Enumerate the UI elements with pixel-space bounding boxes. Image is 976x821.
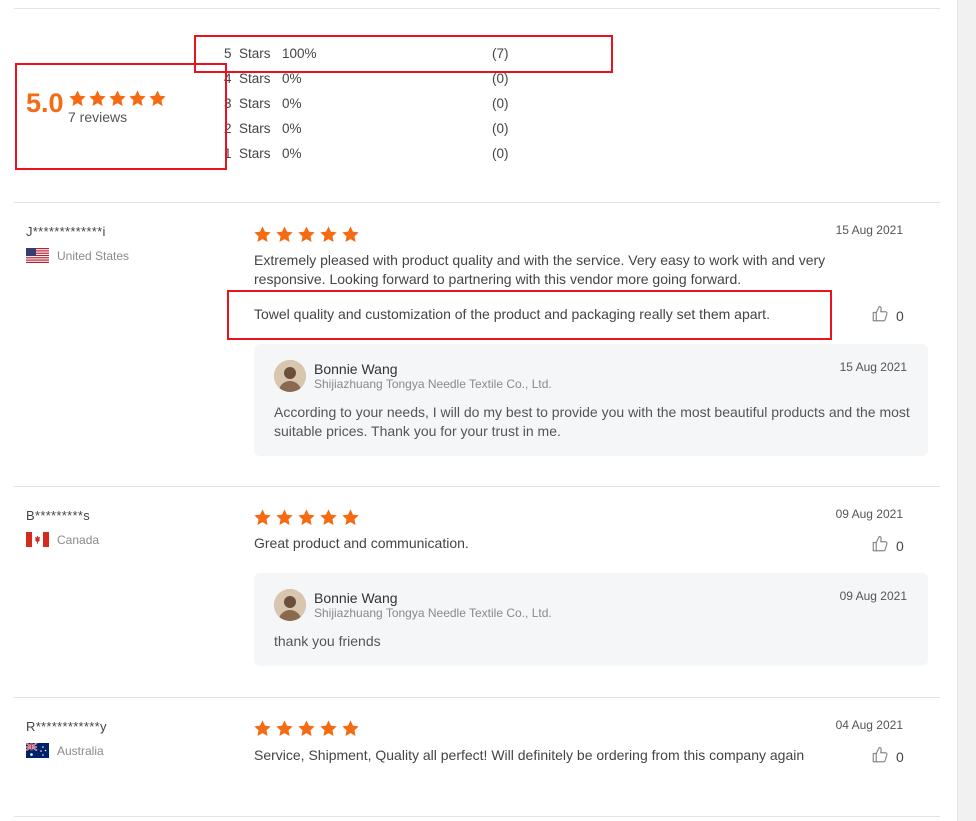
review-date: 15 Aug 2021 — [835, 223, 903, 237]
avatar — [274, 589, 306, 621]
star-icon — [319, 719, 338, 743]
star-icon — [275, 719, 294, 743]
seller-reply: Bonnie Wang Shijiazhuang Tongya Needle T… — [254, 573, 928, 666]
review-divider — [14, 697, 940, 698]
review-date: 04 Aug 2021 — [835, 718, 903, 732]
page-scrollbar[interactable] — [957, 0, 976, 821]
reply-date: 09 Aug 2021 — [839, 589, 907, 603]
thumbs-up-icon — [871, 305, 889, 326]
rating-row-label: Stars — [239, 121, 271, 136]
avatar — [274, 360, 306, 392]
star-icon — [275, 225, 294, 249]
reviewer-country: Canada — [26, 532, 99, 547]
rating-row-count: (0) — [492, 146, 509, 161]
reviewer-name: B*********s — [26, 508, 91, 523]
country-label: Australia — [57, 743, 104, 758]
reviewer-country: Australia — [26, 743, 104, 758]
rating-row-count: (0) — [492, 121, 509, 136]
rating-row-percent: 0% — [282, 96, 302, 111]
star-icon — [253, 719, 272, 743]
rating-row-label: Stars — [239, 146, 271, 161]
star-icon — [253, 225, 272, 249]
rating-row-percent: 0% — [282, 71, 302, 86]
thumbs-up-icon — [871, 535, 889, 556]
rating-row-count: (0) — [492, 71, 509, 86]
review-text: Extremely pleased with product quality a… — [254, 252, 826, 287]
star-icon — [341, 719, 360, 743]
highlight-box-five-star-row — [194, 35, 613, 73]
seller-reply: Bonnie Wang Shijiazhuang Tongya Needle T… — [254, 344, 928, 456]
reply-company: Shijiazhuang Tongya Needle Textile Co., … — [314, 377, 552, 391]
rating-row-percent: 0% — [282, 121, 302, 136]
star-icon — [341, 508, 360, 532]
review-text: Service, Shipment, Quality all perfect! … — [254, 747, 805, 763]
reply-author: Bonnie Wang — [314, 361, 398, 377]
reviewer-name: J*************i — [26, 224, 106, 239]
like-button[interactable]: 0 — [871, 746, 904, 767]
reply-date: 15 Aug 2021 — [839, 360, 907, 374]
like-count: 0 — [896, 748, 904, 765]
star-icon — [297, 508, 316, 532]
review-stars — [253, 508, 360, 532]
star-icon — [319, 508, 338, 532]
like-count: 0 — [896, 537, 904, 554]
star-icon — [253, 508, 272, 532]
like-count: 0 — [896, 307, 904, 324]
reviewer-country: United States — [26, 248, 129, 263]
reviewer-name: R************y — [26, 719, 107, 734]
top-divider — [14, 8, 940, 9]
rating-row-label: Stars — [239, 71, 271, 86]
rating-row-percent: 0% — [282, 146, 302, 161]
star-icon — [319, 225, 338, 249]
au-flag-icon — [26, 743, 49, 758]
review-stars — [253, 719, 360, 743]
country-label: Canada — [57, 532, 100, 547]
rating-row-count: (0) — [492, 96, 509, 111]
ca-flag-icon — [26, 532, 49, 547]
highlight-box-summary — [15, 63, 227, 170]
thumbs-up-icon — [871, 746, 889, 767]
like-button[interactable]: 0 — [871, 305, 904, 326]
review-divider — [14, 486, 940, 487]
review-divider — [14, 816, 940, 817]
review-date: 09 Aug 2021 — [835, 507, 903, 521]
summary-divider — [14, 202, 940, 203]
reply-author: Bonnie Wang — [314, 590, 398, 606]
reply-text: According to your needs, I will do my be… — [274, 404, 910, 439]
star-icon — [341, 225, 360, 249]
rating-row-label: Stars — [239, 96, 271, 111]
review-text: Great product and communication. — [254, 535, 469, 551]
us-flag-icon — [26, 248, 49, 263]
reply-company: Shijiazhuang Tongya Needle Textile Co., … — [314, 606, 552, 620]
country-label: United States — [57, 248, 130, 263]
reply-text: thank you friends — [274, 633, 381, 649]
like-button[interactable]: 0 — [871, 535, 904, 556]
star-icon — [297, 225, 316, 249]
star-icon — [275, 508, 294, 532]
review-stars — [253, 225, 360, 249]
star-icon — [297, 719, 316, 743]
review-text-extra: Towel quality and customization of the p… — [254, 306, 770, 322]
